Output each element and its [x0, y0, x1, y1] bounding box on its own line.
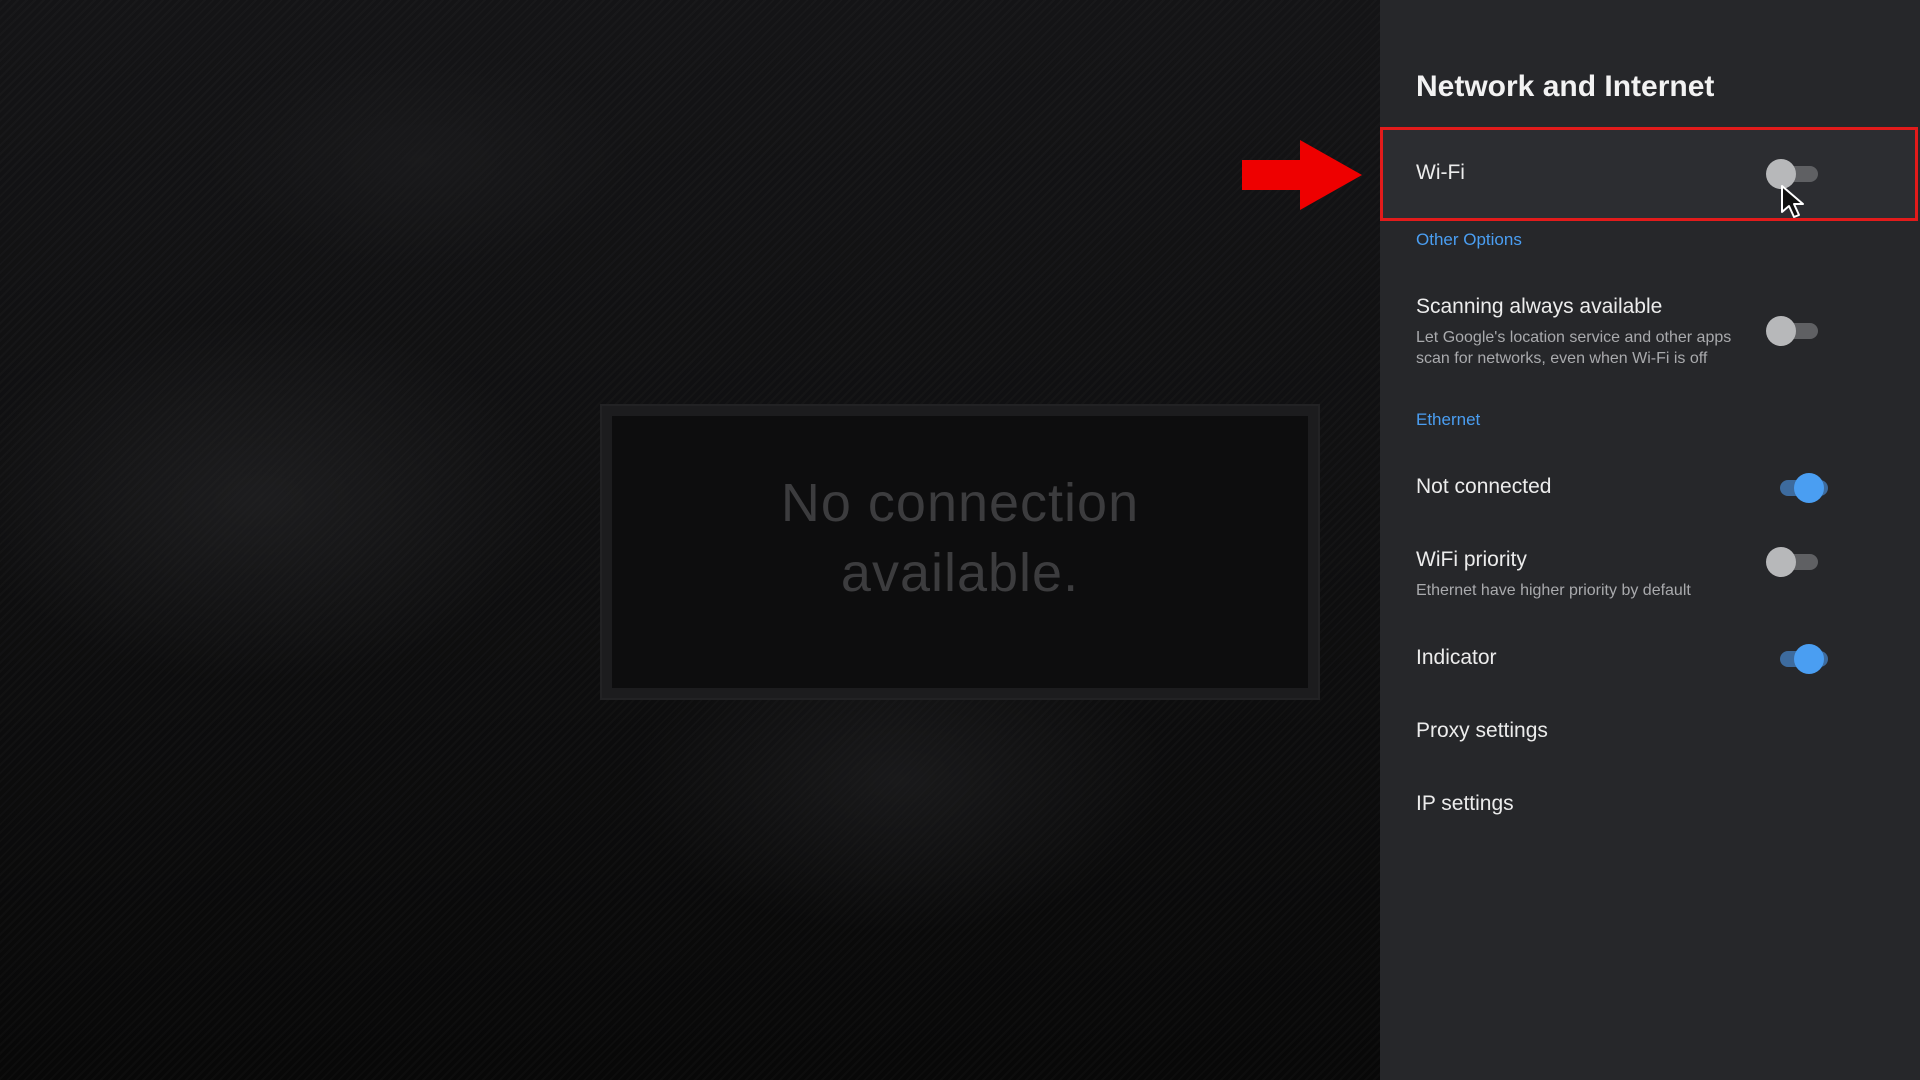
scanning-label: Scanning always available	[1416, 295, 1663, 318]
panel-title: Network and Internet	[1416, 70, 1715, 103]
wifi-row[interactable]: Wi-Fi	[1380, 127, 1920, 221]
wifi-priority-toggle[interactable]	[1766, 546, 1822, 578]
scanning-description: Let Google's location service and other …	[1416, 329, 1732, 367]
ethernet-status-label: Not connected	[1416, 475, 1552, 498]
wifi-priority-label: WiFi priority	[1416, 548, 1527, 571]
wifi-label: Wi-Fi	[1416, 161, 1465, 184]
indicator-label: Indicator	[1416, 646, 1497, 669]
red-arrow-icon	[1242, 140, 1362, 210]
wifi-priority-description: Ethernet have higher priority by default	[1416, 582, 1691, 599]
indicator-row[interactable]: Indicator	[1380, 641, 1920, 677]
wifi-priority-row[interactable]: WiFi priority Ethernet have higher prior…	[1380, 543, 1920, 603]
tv-settings-screen: No connection available. Network and Int…	[0, 0, 1920, 1080]
scanning-row[interactable]: Scanning always available Let Google's l…	[1380, 290, 1920, 370]
no-connection-message: No connection available.	[780, 473, 1140, 603]
section-other-options: Other Options	[1380, 230, 1920, 256]
section-ethernet: Ethernet	[1380, 410, 1920, 436]
background-area: No connection available.	[0, 0, 1380, 1080]
indicator-toggle[interactable]	[1766, 643, 1828, 675]
proxy-settings-label: Proxy settings	[1416, 719, 1548, 742]
section-label-other-options: Other Options	[1416, 230, 1522, 249]
ethernet-status-row[interactable]: Not connected	[1380, 470, 1920, 506]
mouse-cursor-icon	[1781, 185, 1804, 218]
no-connection-card: No connection available.	[600, 404, 1320, 700]
proxy-settings-row[interactable]: Proxy settings	[1380, 714, 1920, 750]
ip-settings-label: IP settings	[1416, 792, 1514, 815]
scanning-toggle[interactable]	[1766, 315, 1822, 347]
section-label-ethernet: Ethernet	[1416, 410, 1481, 429]
ethernet-toggle[interactable]	[1766, 472, 1828, 504]
ip-settings-row[interactable]: IP settings	[1380, 787, 1920, 823]
